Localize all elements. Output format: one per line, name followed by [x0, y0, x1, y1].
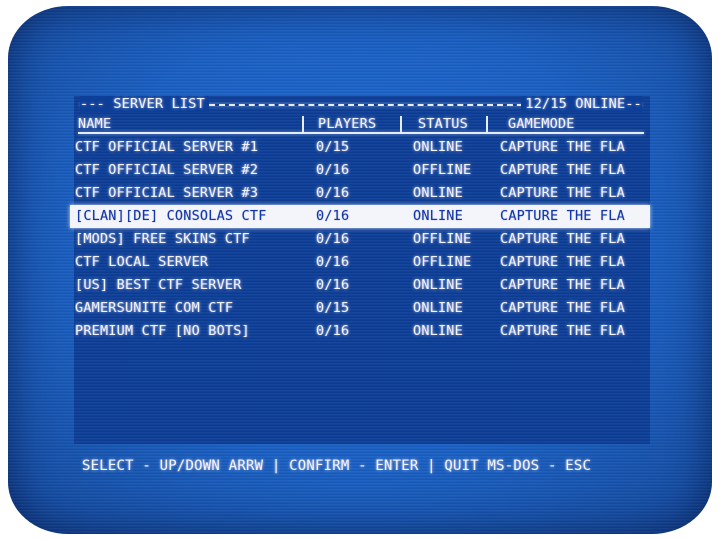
- server-name: PREMIUM CTF [NO BOTS]: [75, 323, 250, 339]
- column-separator: [400, 116, 402, 132]
- server-status: OFFLINE: [413, 231, 472, 247]
- column-header-players: PLAYERS: [318, 116, 377, 132]
- server-name: GAMERSUNITE COM CTF: [75, 300, 234, 316]
- server-table: CTF OFFICIAL SERVER #1 0/15 ONLINE CAPTURE …: [70, 136, 650, 343]
- server-gamemode: CAPTURE THE FLA: [500, 300, 625, 316]
- server-name: CTF OFFICIAL SERVER #1: [75, 139, 259, 155]
- server-players: 0/16: [316, 254, 350, 270]
- server-status: ONLINE: [413, 323, 463, 339]
- server-gamemode: CAPTURE THE FLA: [500, 208, 625, 224]
- server-row[interactable]: [MODS] FREE SKINS CTF 0/16 OFFLINE CAPTURE …: [70, 228, 650, 251]
- controls-hint: SELECT - UP/DOWN ARRW | CONFIRM - ENTER …: [82, 458, 592, 474]
- server-name: [US] BEST CTF SERVER: [75, 277, 242, 293]
- column-header-row: NAME PLAYERS STATUS GAMEMODE: [78, 115, 644, 133]
- header-underline: [78, 132, 644, 134]
- server-name: CTF OFFICIAL SERVER #2: [75, 162, 259, 178]
- server-players: 0/16: [316, 185, 350, 201]
- server-row[interactable]: CTF OFFICIAL SERVER #3 0/16 ONLINE CAPTURE …: [70, 182, 650, 205]
- online-count: 12/15 ONLINE--: [521, 96, 642, 112]
- server-list-title-bar: --- SERVER LIST 12/15 ONLINE--: [80, 96, 642, 112]
- server-gamemode: CAPTURE THE FLA: [500, 162, 625, 178]
- server-row-selected[interactable]: [CLAN][DE] CONSOLAS CTF 0/16 ONLINE CAPTURE…: [70, 205, 650, 228]
- server-list-title: --- SERVER LIST: [80, 96, 209, 112]
- server-row[interactable]: CTF LOCAL SERVER 0/16 OFFLINE CAPTURE THE F…: [70, 251, 650, 274]
- server-status: ONLINE: [413, 208, 463, 224]
- server-gamemode: CAPTURE THE FLA: [500, 185, 625, 201]
- server-name: [CLAN][DE] CONSOLAS CTF: [75, 208, 267, 224]
- server-status: OFFLINE: [413, 162, 472, 178]
- server-row[interactable]: PREMIUM CTF [NO BOTS] 0/16 ONLINE CAPTURE T…: [70, 320, 650, 343]
- server-gamemode: CAPTURE THE FLA: [500, 323, 625, 339]
- server-status: ONLINE: [413, 139, 463, 155]
- column-header-gamemode: GAMEMODE: [508, 116, 575, 132]
- server-players: 0/15: [316, 300, 350, 316]
- server-row[interactable]: CTF OFFICIAL SERVER #1 0/15 ONLINE CAPTURE …: [70, 136, 650, 159]
- server-players: 0/15: [316, 139, 350, 155]
- column-separator: [486, 116, 488, 132]
- server-status: OFFLINE: [413, 254, 472, 270]
- server-players: 0/16: [316, 277, 350, 293]
- column-header-status: STATUS: [418, 116, 468, 132]
- server-name: [MODS] FREE SKINS CTF: [75, 231, 250, 247]
- server-name: CTF LOCAL SERVER: [75, 254, 209, 270]
- server-gamemode: CAPTURE THE FLA: [500, 139, 625, 155]
- server-row[interactable]: GAMERSUNITE COM CTF 0/15 ONLINE CAPTURE THE…: [70, 297, 650, 320]
- column-header-name: NAME: [78, 116, 112, 132]
- server-gamemode: CAPTURE THE FLA: [500, 254, 625, 270]
- server-row[interactable]: CTF OFFICIAL SERVER #2 0/16 OFFLINE CAPTURE…: [70, 159, 650, 182]
- column-separator: [302, 116, 304, 132]
- server-status: ONLINE: [413, 300, 463, 316]
- server-status: ONLINE: [413, 277, 463, 293]
- server-gamemode: CAPTURE THE FLA: [500, 277, 625, 293]
- server-players: 0/16: [316, 208, 350, 224]
- server-name: CTF OFFICIAL SERVER #3: [75, 185, 259, 201]
- server-players: 0/16: [316, 323, 350, 339]
- server-gamemode: CAPTURE THE FLA: [500, 231, 625, 247]
- server-row[interactable]: [US] BEST CTF SERVER 0/16 ONLINE CAPTURE TH…: [70, 274, 650, 297]
- server-status: ONLINE: [413, 185, 463, 201]
- server-players: 0/16: [316, 162, 350, 178]
- server-players: 0/16: [316, 231, 350, 247]
